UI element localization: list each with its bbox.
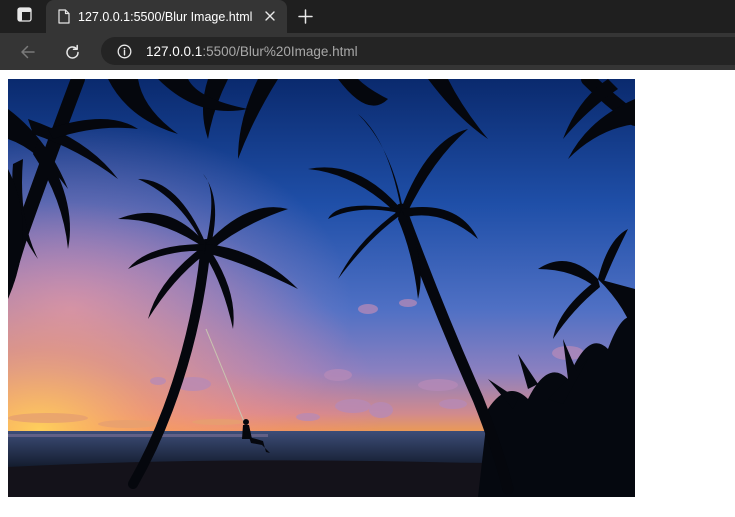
- beach-sunset-image: [8, 79, 635, 497]
- active-tab[interactable]: 127.0.0.1:5500/Blur Image.html: [46, 0, 287, 33]
- info-icon: [117, 44, 132, 58]
- tab-strip: 127.0.0.1:5500/Blur Image.html: [0, 0, 735, 33]
- site-info-button[interactable]: [117, 44, 132, 59]
- address-bar[interactable]: 127.0.0.1:5500/Blur%20Image.html: [101, 37, 735, 65]
- back-arrow-icon: [21, 45, 35, 59]
- reload-button[interactable]: [60, 40, 84, 64]
- page-content: [0, 70, 735, 517]
- url-text: 127.0.0.1:5500/Blur%20Image.html: [146, 44, 358, 59]
- page-icon: [58, 9, 70, 24]
- reload-icon: [65, 44, 79, 59]
- tab-title: 127.0.0.1:5500/Blur Image.html: [78, 9, 253, 24]
- close-tab-button[interactable]: [263, 9, 277, 23]
- close-icon: [265, 11, 275, 21]
- url-host: 127.0.0.1: [146, 43, 203, 59]
- back-button[interactable]: [16, 40, 40, 64]
- url-path: :5500/Blur%20Image.html: [202, 43, 358, 59]
- new-tab-button[interactable]: [294, 5, 316, 27]
- tab-actions-icon: [16, 6, 32, 27]
- plus-icon: [297, 8, 313, 24]
- tab-actions-button[interactable]: [8, 0, 40, 33]
